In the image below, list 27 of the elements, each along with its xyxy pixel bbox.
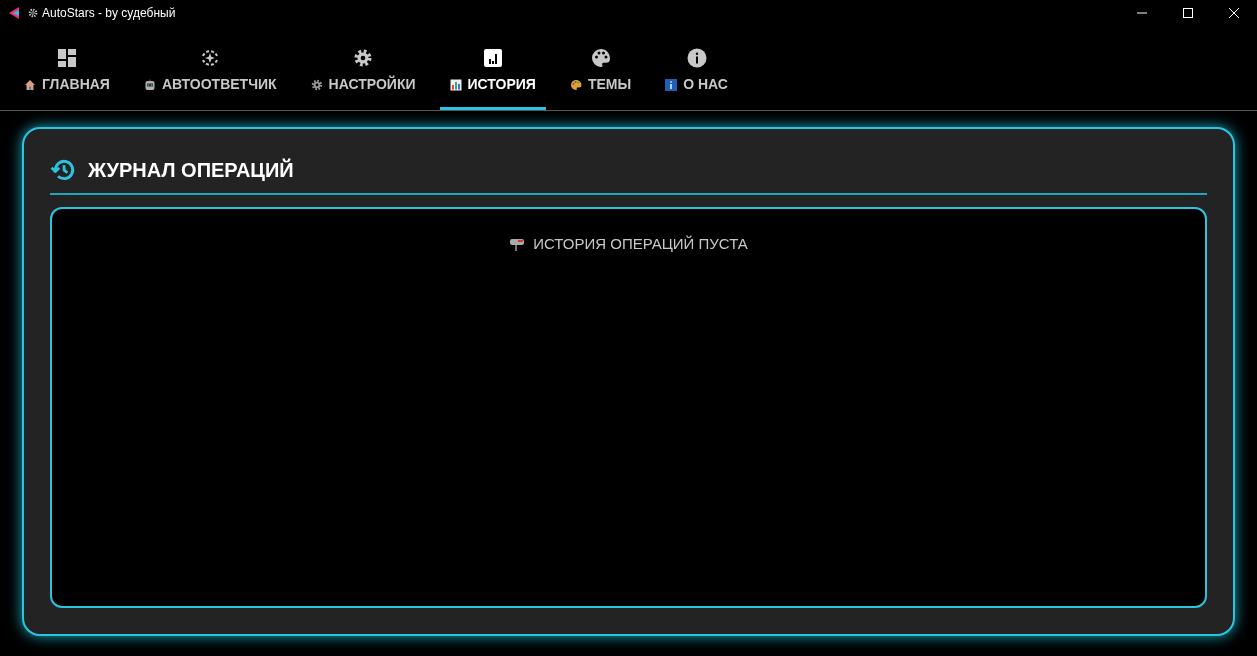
sparkle-cycle-icon xyxy=(200,48,221,68)
app-logo-icon xyxy=(8,7,20,19)
robot-icon xyxy=(143,78,156,91)
info-icon xyxy=(686,48,707,68)
mailbox-icon xyxy=(509,237,526,252)
maximize-icon xyxy=(1183,8,1193,18)
settings-icon xyxy=(353,48,374,68)
gear-icon xyxy=(28,8,38,18)
nav-tab[interactable]: НАСТРОЙКИ xyxy=(300,45,426,110)
info-icon xyxy=(665,78,678,91)
nav-tab[interactable]: ТЕМЫ xyxy=(559,45,642,110)
gear-icon xyxy=(310,78,323,91)
palette-icon xyxy=(569,78,582,91)
palette-icon xyxy=(590,48,611,68)
dashboard-icon xyxy=(56,48,77,68)
nav-tab[interactable]: АВТООТВЕТЧИК xyxy=(133,45,287,110)
close-icon xyxy=(1229,8,1239,18)
bar-chart-icon xyxy=(449,78,462,91)
empty-message: ИСТОРИЯ ОПЕРАЦИЙ ПУСТА xyxy=(533,234,748,254)
bar-chart-icon xyxy=(482,48,503,68)
nav-tab[interactable]: ГЛАВНАЯ xyxy=(14,45,120,110)
nav-tab[interactable]: ИСТОРИЯ xyxy=(439,45,546,110)
nav-tab[interactable]: О НАС xyxy=(655,45,738,110)
window-title: AutoStars - by судебный xyxy=(42,5,176,22)
house-icon xyxy=(24,78,36,91)
history-icon xyxy=(50,157,76,183)
panel-title: ЖУРНАЛ ОПЕРАЦИЙ xyxy=(88,157,294,183)
